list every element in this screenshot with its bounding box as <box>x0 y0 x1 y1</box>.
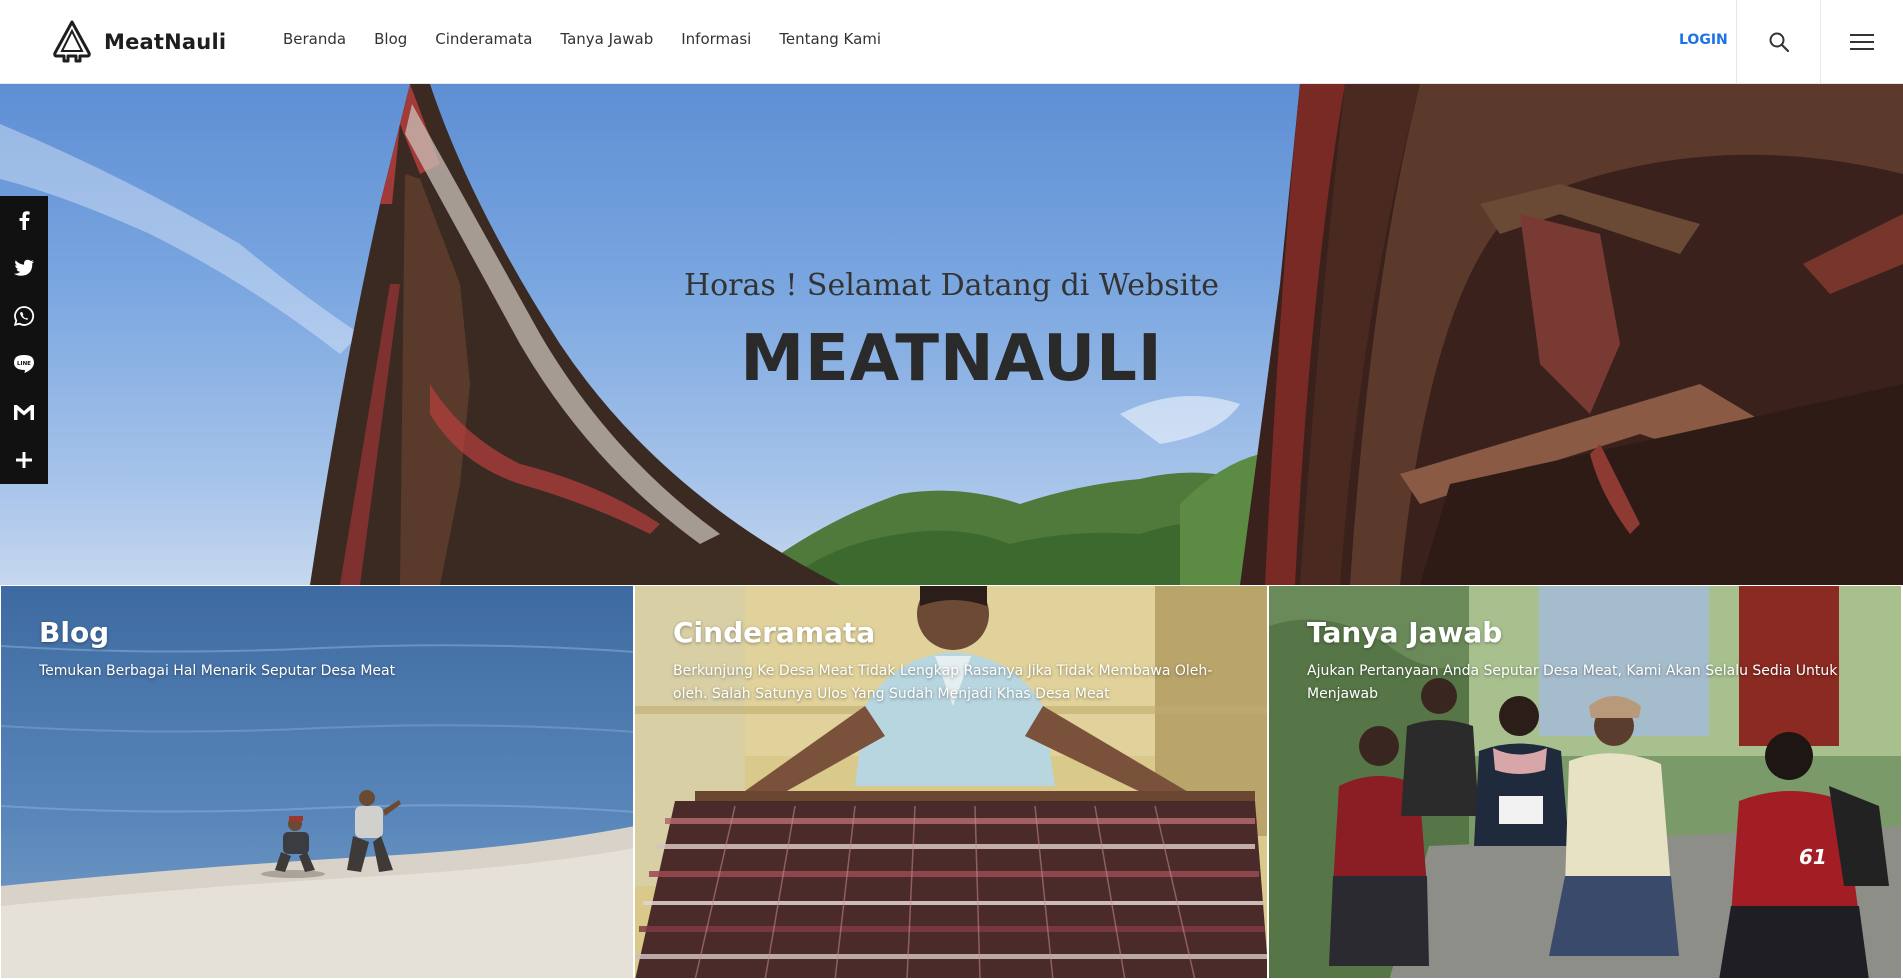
share-whatsapp-button[interactable] <box>0 292 48 340</box>
card-title: Tanya Jawab <box>1307 616 1503 649</box>
share-facebook-button[interactable] <box>0 196 48 244</box>
hamburger-menu-icon <box>1850 34 1874 50</box>
hero-subtitle: Horas ! Selamat Datang di Website <box>683 268 1220 303</box>
plus-icon <box>16 452 32 468</box>
brand-logo-icon <box>53 20 91 63</box>
feature-cards: Blog Temukan Berbagai Hal Menarik Seputa… <box>0 585 1903 979</box>
nav-item-blog[interactable]: Blog <box>374 30 407 48</box>
facebook-icon <box>19 211 30 230</box>
nav-item-cinderamata[interactable]: Cinderamata <box>435 30 532 48</box>
card-description: Temukan Berbagai Hal Menarik Seputar Des… <box>39 663 396 679</box>
card-blog[interactable]: Blog Temukan Berbagai Hal Menarik Seputa… <box>0 585 634 979</box>
nav-item-beranda[interactable]: Beranda <box>283 30 346 48</box>
twitter-icon <box>14 259 34 276</box>
share-more-button[interactable] <box>0 436 48 484</box>
hero-title: MEATNAULI <box>740 322 1163 396</box>
svg-text:LINE: LINE <box>17 361 31 367</box>
nav-item-informasi[interactable]: Informasi <box>681 30 751 48</box>
share-gmail-button[interactable] <box>0 388 48 436</box>
svg-text:61: 61 <box>1799 845 1827 869</box>
nav-item-tentang-kami[interactable]: Tentang Kami <box>779 30 881 48</box>
main-nav: Beranda Blog Cinderamata Tanya Jawab Inf… <box>283 30 909 48</box>
card-description: Ajukan Pertanyaan Anda Seputar Desa Meat… <box>1307 663 1838 702</box>
nav-item-tanya-jawab[interactable]: Tanya Jawab <box>560 30 653 48</box>
card-cinderamata[interactable]: Cinderamata Berkunjung Ke Desa Meat Tida… <box>634 585 1268 979</box>
search-button[interactable] <box>1737 0 1821 84</box>
whatsapp-icon <box>13 306 35 327</box>
site-header: MeatNauli Beranda Blog Cinderamata Tanya… <box>0 0 1903 84</box>
gmail-icon <box>14 405 34 420</box>
search-icon <box>1769 32 1790 53</box>
card-description: Berkunjung Ke Desa Meat Tidak Lengkap Ra… <box>673 663 1213 702</box>
login-link[interactable]: LOGIN <box>1679 32 1728 48</box>
share-line-button[interactable]: LINE <box>0 340 48 388</box>
menu-button[interactable] <box>1821 0 1903 84</box>
brand[interactable]: MeatNauli <box>50 19 226 65</box>
social-share-bar: LINE <box>0 196 48 484</box>
card-title: Blog <box>39 616 110 649</box>
line-icon: LINE <box>14 355 34 373</box>
card-tanya-jawab[interactable]: 61 Tanya Jawab Ajukan Pertanyaan Anda Se… <box>1268 585 1902 979</box>
card-title: Cinderamata <box>673 616 876 649</box>
share-twitter-button[interactable] <box>0 244 48 292</box>
hero-banner: Horas ! Selamat Datang di Website MEATNA… <box>0 84 1903 585</box>
brand-name: MeatNauli <box>104 30 227 54</box>
